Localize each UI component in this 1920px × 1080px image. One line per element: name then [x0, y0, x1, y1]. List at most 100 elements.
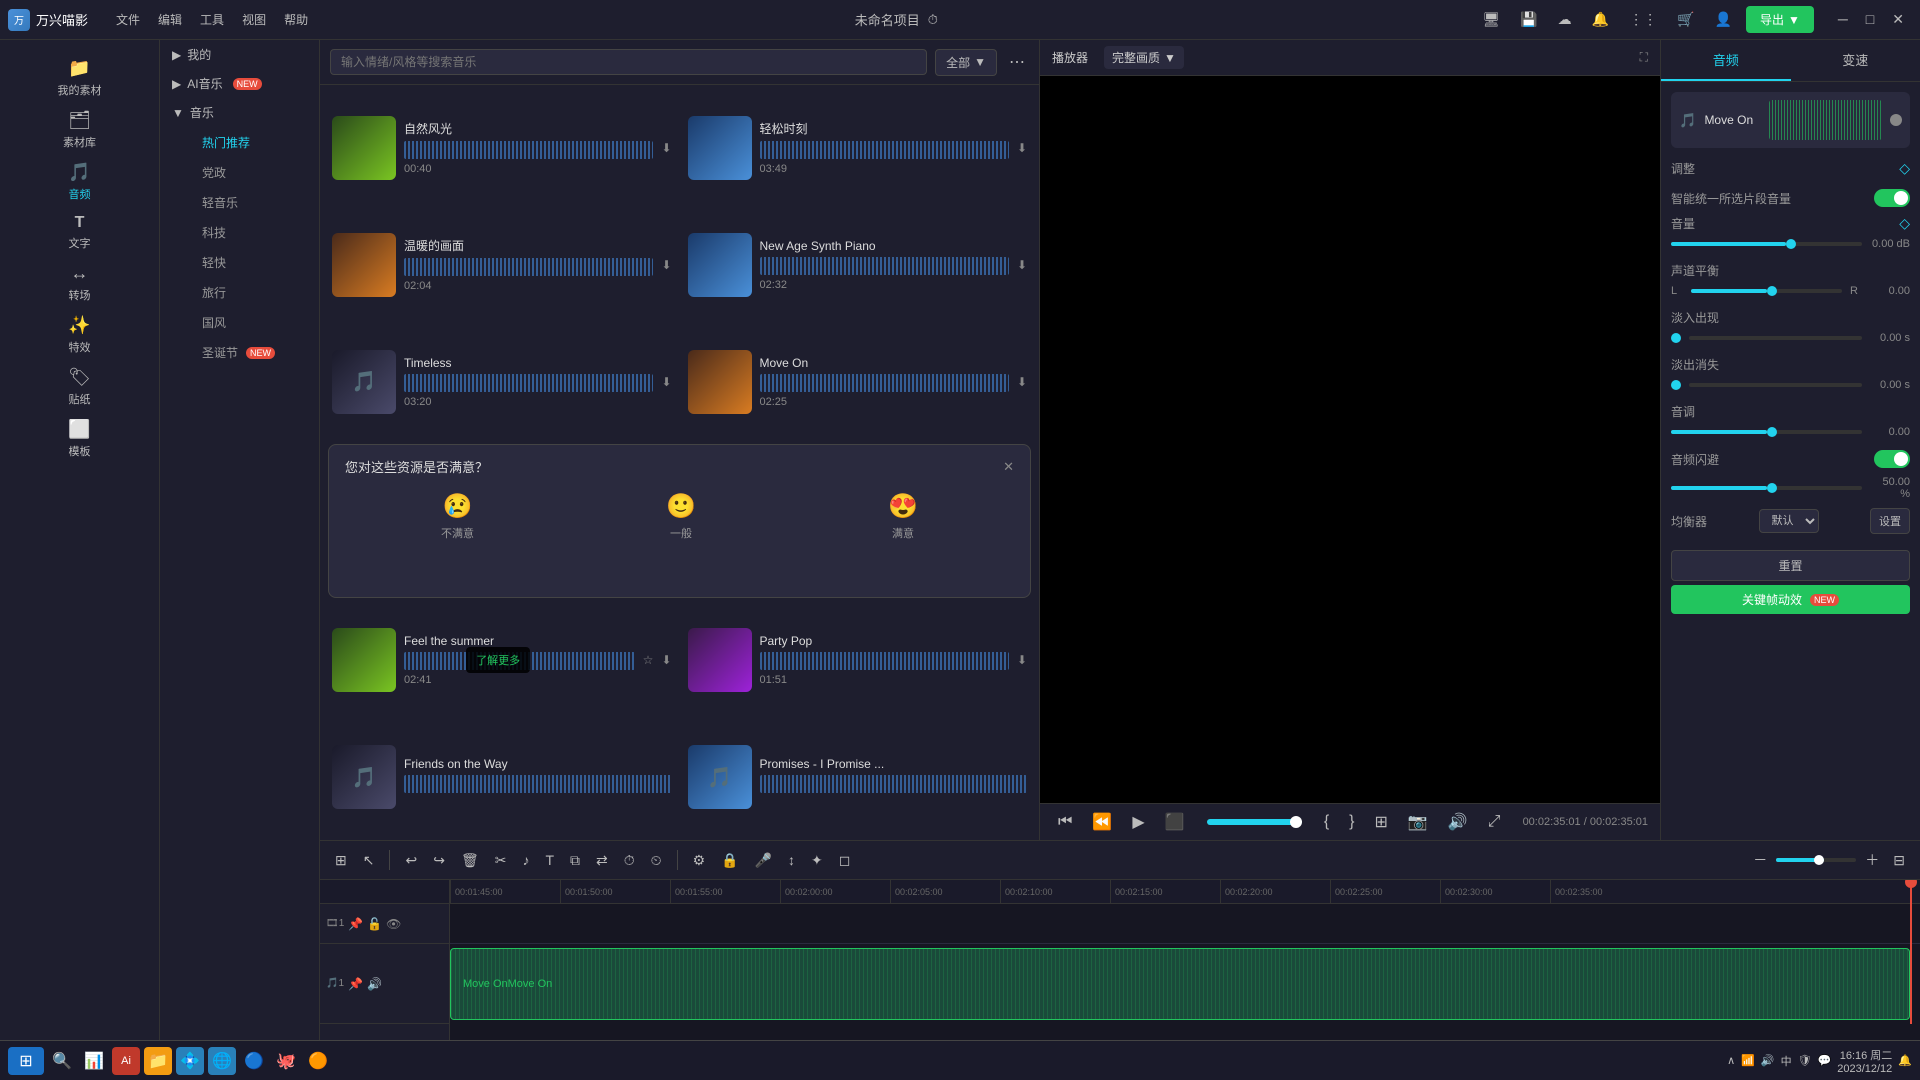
track-1-pin-icon[interactable]: 📌: [348, 917, 363, 931]
audio-record-icon[interactable]: 🎤: [750, 849, 777, 872]
step-back-button[interactable]: ⏪: [1086, 810, 1118, 834]
browser-app[interactable]: 🌐: [208, 1047, 236, 1075]
list-item[interactable]: New Age Synth Piano 02:32 ⬇: [680, 206, 1036, 323]
tab-audio[interactable]: 音频: [1661, 40, 1791, 81]
eq-preset-select[interactable]: 默认: [1759, 509, 1819, 533]
list-item[interactable]: Feel the summer 02:41 ☆ ⬇ 了解更多: [324, 602, 680, 719]
sidebar-chinese[interactable]: 国风: [190, 308, 313, 337]
sidebar-christmas[interactable]: 圣诞节 NEW: [190, 338, 313, 367]
track-1-visible-icon[interactable]: 👁: [386, 917, 401, 931]
ai-app[interactable]: Ai: [112, 1047, 140, 1075]
list-item[interactable]: Party Pop 01:51 ⬇: [680, 602, 1036, 719]
download-icon[interactable]: ⬇: [1017, 258, 1027, 272]
toolbar-templates[interactable]: ⬜ 模板: [4, 413, 155, 465]
audio-duck-toggle[interactable]: [1874, 450, 1910, 468]
download-icon[interactable]: ⬇: [1017, 375, 1027, 389]
screenshot-button[interactable]: 📷: [1402, 810, 1434, 834]
list-item[interactable]: 🎵 Promises - I Promise ...: [680, 719, 1036, 836]
download-icon[interactable]: ⬇: [1017, 653, 1027, 667]
stop-button[interactable]: ⬛: [1159, 810, 1191, 834]
sidebar-party[interactable]: 党政: [190, 158, 313, 187]
balance-slider[interactable]: [1691, 289, 1842, 293]
audio-split-icon[interactable]: ♪: [517, 849, 534, 871]
download-icon[interactable]: ⬇: [661, 258, 671, 272]
select-icon[interactable]: ↖: [358, 849, 380, 872]
delete-icon[interactable]: 🗑: [456, 849, 484, 872]
sync-icon[interactable]: ↕: [783, 849, 800, 871]
cursor-app[interactable]: 🔵: [240, 1047, 268, 1075]
save-icon[interactable]: 💾: [1514, 7, 1543, 32]
menu-tools[interactable]: 工具: [192, 7, 232, 32]
history-icon[interactable]: ⏱: [619, 849, 640, 872]
sidebar-hot[interactable]: 热门推荐: [190, 128, 313, 157]
sidebar-tech[interactable]: 科技: [190, 218, 313, 247]
git-app[interactable]: 🐙: [272, 1047, 300, 1075]
fade-out-slider[interactable]: [1689, 383, 1862, 387]
pitch-slider[interactable]: [1671, 430, 1862, 434]
download-icon[interactable]: ⬇: [661, 141, 671, 155]
feedback-neutral[interactable]: 🙂 一般: [656, 486, 706, 547]
quality-selector[interactable]: 完整画质 ▼: [1104, 46, 1184, 69]
search-button[interactable]: 🔍: [48, 1047, 76, 1075]
layout-icon[interactable]: ⊟: [1888, 849, 1910, 872]
list-item[interactable]: 🎵 Friends on the Way: [324, 719, 680, 836]
play-button[interactable]: ▶: [1126, 810, 1150, 834]
list-item[interactable]: 温暖的画面 02:04 ⬇: [324, 206, 680, 323]
volume-tray-icon[interactable]: 🔊: [1761, 1054, 1775, 1067]
start-button[interactable]: ⊞: [8, 1047, 44, 1075]
vscode-app[interactable]: 💠: [176, 1047, 204, 1075]
arrange-icon[interactable]: ⊞: [330, 849, 352, 872]
toolbar-asset-lib[interactable]: 🗂 素材库: [4, 104, 155, 156]
copy-icon[interactable]: ⧉: [565, 849, 585, 872]
download-icon[interactable]: ⬇: [1017, 141, 1027, 155]
feedback-unsatisfied[interactable]: 😢 不满意: [431, 486, 484, 547]
close-button[interactable]: ✕: [1884, 7, 1912, 32]
toolbar-transition[interactable]: ↔ 转场: [4, 257, 155, 309]
more-options-icon[interactable]: ⋯: [1005, 48, 1029, 76]
monitor-icon[interactable]: 🖥: [1476, 7, 1506, 32]
zoom-in-icon[interactable]: ＋: [1860, 847, 1884, 873]
download-icon[interactable]: ⬇: [661, 653, 671, 667]
rewind-button[interactable]: ⏮: [1052, 811, 1078, 833]
zoom-slider[interactable]: [1776, 858, 1856, 862]
search-input[interactable]: [330, 49, 927, 75]
zoom-out-icon[interactable]: －: [1748, 847, 1772, 873]
undo-icon[interactable]: ↩: [400, 849, 422, 872]
list-item[interactable]: 自然风光 00:40 ⬇: [324, 89, 680, 206]
list-item[interactable]: 🎵 Timeless 03:20 ⬇: [324, 323, 680, 440]
duck-slider[interactable]: [1671, 486, 1862, 490]
sidebar-travel[interactable]: 旅行: [190, 278, 313, 307]
ai-cut-icon[interactable]: ✦: [806, 849, 828, 872]
notification-icon[interactable]: 🔔: [1898, 1054, 1912, 1067]
cart-icon[interactable]: 🛒: [1671, 7, 1700, 32]
settings-icon[interactable]: ⚙: [688, 849, 711, 872]
toolbar-text[interactable]: T 文字: [4, 208, 155, 257]
cloud-icon[interactable]: ☁: [1552, 7, 1578, 32]
audio-volume-icon[interactable]: 🔊: [367, 977, 382, 991]
fullscreen-icon[interactable]: ⛶: [1640, 50, 1648, 65]
sidebar-music[interactable]: ▼ 音乐: [160, 98, 319, 127]
eq-settings-button[interactable]: 设置: [1870, 508, 1910, 534]
reset-button[interactable]: 重置: [1671, 550, 1910, 581]
toolbar-stickers[interactable]: 🏷 贴纸: [4, 361, 155, 413]
menu-edit[interactable]: 编辑: [150, 7, 190, 32]
feedback-satisfied[interactable]: 😍 满意: [878, 486, 928, 547]
audio-clip[interactable]: Move On Move On: [450, 948, 1910, 1020]
menu-help[interactable]: 帮助: [276, 7, 316, 32]
files-app[interactable]: 📁: [144, 1047, 172, 1075]
cut-icon[interactable]: ✂: [490, 849, 512, 872]
sidebar-my[interactable]: ▶ 我的: [160, 40, 319, 69]
keyframe-button[interactable]: 关键帧动效 NEW: [1671, 585, 1910, 614]
smart-volume-toggle[interactable]: [1874, 189, 1910, 207]
network-icon[interactable]: 📶: [1741, 1054, 1755, 1067]
taskview-button[interactable]: 📊: [80, 1047, 108, 1075]
text-icon-2[interactable]: T: [540, 849, 559, 871]
ime-label[interactable]: 中: [1781, 1053, 1792, 1069]
speed-icon[interactable]: ◻: [834, 849, 856, 872]
sidebar-ai-music[interactable]: ▶ AI音乐 NEW: [160, 69, 319, 98]
sidebar-upbeat[interactable]: 轻快: [190, 248, 313, 277]
tab-speed[interactable]: 变速: [1791, 40, 1920, 81]
tray-up-icon[interactable]: ∧: [1727, 1054, 1735, 1067]
menu-view[interactable]: 视图: [234, 7, 274, 32]
user-icon[interactable]: 👤: [1709, 7, 1738, 32]
